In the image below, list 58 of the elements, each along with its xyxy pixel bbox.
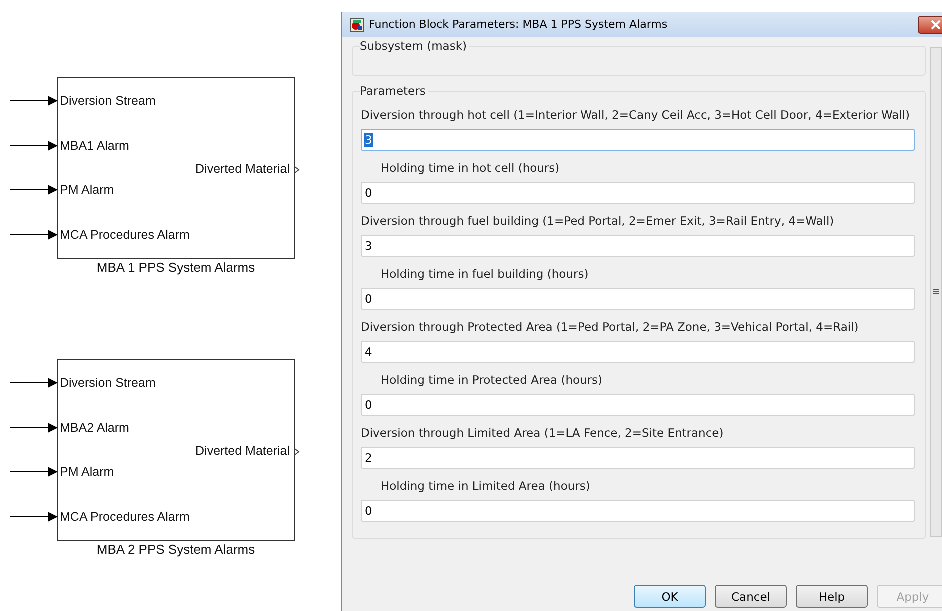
- port-label: Diversion Stream: [60, 94, 156, 108]
- dialog-button[interactable]: OK: [634, 585, 706, 608]
- parameter-label: Diversion through Protected Area (1=Ped Portal, 2=PA Zone, 3=Vehical Portal, 4=Rail): [361, 320, 860, 334]
- field-value: 2: [364, 451, 374, 465]
- parameter-label: Diversion through Limited Area (1=LA Fence, 2=Site Entrance): [361, 426, 725, 440]
- signal-arrow: [10, 140, 58, 151]
- field-value: 3: [364, 133, 374, 147]
- input-field[interactable]: 0: [361, 394, 915, 416]
- parameter-label: Holding time in Limited Area (hours): [381, 479, 592, 493]
- port-label: Diversion Stream: [60, 376, 156, 390]
- signal-arrow: [10, 96, 58, 106]
- group-title: Parameters: [360, 84, 428, 98]
- field-value: 3: [364, 239, 374, 253]
- output-port-icon: [294, 448, 300, 456]
- signal-arrow: [10, 467, 58, 478]
- port-label: MBA1 Alarm: [60, 138, 130, 153]
- dialog-button[interactable]: Help: [796, 585, 868, 608]
- dialog-button[interactable]: Cancel: [715, 585, 787, 608]
- input-field[interactable]: 3: [361, 235, 915, 257]
- input-field[interactable]: 2: [361, 447, 915, 469]
- signal-arrow: [10, 512, 58, 522]
- field-value: 0: [364, 186, 374, 200]
- input-field[interactable]: 0: [361, 182, 915, 204]
- signal-arrow: [10, 185, 58, 196]
- signal-arrow: [10, 378, 58, 388]
- parameter-label: Holding time in Protected Area (hours): [381, 373, 604, 387]
- port-label: MBA2 Alarm: [60, 420, 130, 435]
- signal-arrow: [10, 230, 58, 240]
- port-label: Diverted Material: [196, 444, 290, 458]
- window-title: Function Block Parameters: MBA 1 PPS System Alarms: [369, 18, 669, 31]
- subsystem-block[interactable]: Diversion Stream MBA2 Alarm PM Alarm MCA Procedures Alarm Diverted Material: [57, 359, 295, 541]
- parameter-label: Diversion through hot cell (1=Interior Wall, 2=Cany Ceil Acc, 3=Hot Cell Door, 4=Exterior Wall): [361, 108, 912, 122]
- subsystem-block[interactable]: Diversion Stream MBA1 Alarm PM Alarm MCA Procedures Alarm Diverted Material: [57, 77, 295, 259]
- parameter-label: Holding time in fuel building (hours): [381, 267, 590, 281]
- field-value: 0: [364, 504, 374, 518]
- app-icon: [350, 18, 364, 32]
- field-value: 0: [364, 292, 374, 306]
- input-field[interactable]: 4: [361, 341, 915, 363]
- signal-arrow: [10, 422, 58, 433]
- field-value: 4: [364, 345, 374, 359]
- field-value: 0: [364, 398, 374, 412]
- port-label: PM Alarm: [60, 465, 114, 480]
- block-name: MBA 1 PPS System Alarms: [96, 260, 256, 275]
- input-field[interactable]: 0: [361, 288, 915, 310]
- parameter-label: Holding time in hot cell (hours): [381, 161, 561, 175]
- group-title: Subsystem (mask): [360, 39, 469, 53]
- grip-icon: [933, 289, 939, 295]
- port-label: MCA Procedures Alarm: [60, 510, 190, 524]
- close-button[interactable]: [918, 16, 942, 34]
- parameter-label: Diversion through fuel building (1=Ped Portal, 2=Emer Exit, 3=Rail Entry, 4=Wall): [361, 214, 836, 228]
- scrollbar[interactable]: [930, 47, 942, 537]
- output-port-icon: [294, 166, 300, 174]
- input-field[interactable]: 3: [361, 129, 915, 151]
- input-field[interactable]: 0: [361, 500, 915, 522]
- port-label: Diverted Material: [196, 162, 290, 176]
- port-label: PM Alarm: [60, 183, 114, 198]
- port-label: MCA Procedures Alarm: [60, 228, 190, 242]
- block-name: MBA 2 PPS System Alarms: [96, 542, 256, 557]
